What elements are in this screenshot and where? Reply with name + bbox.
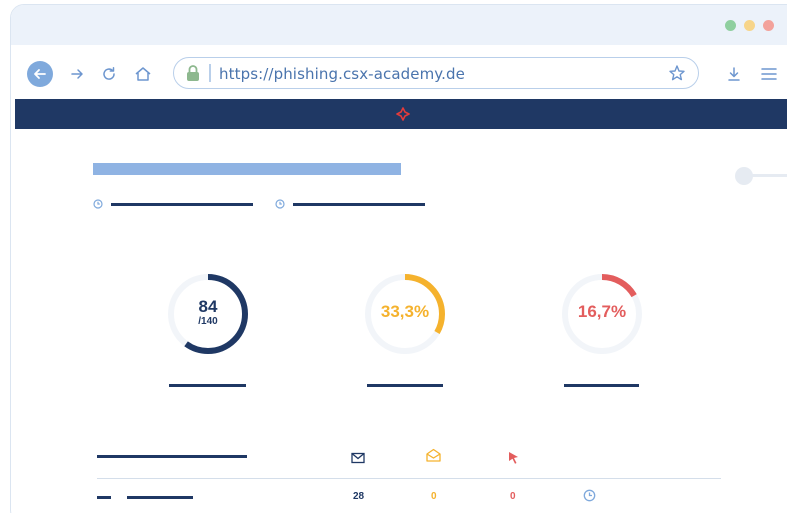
stat-value: 84	[198, 297, 218, 316]
cell-sent: 28	[353, 491, 365, 502]
download-icon	[728, 67, 740, 81]
row-name-placeholder	[127, 496, 193, 499]
stat-label-placeholder	[169, 384, 246, 387]
meta-item-end	[275, 199, 425, 209]
site-navbar	[15, 99, 787, 129]
address-separator	[209, 64, 211, 82]
minimize-button[interactable]	[744, 20, 755, 31]
meta-text-placeholder	[111, 202, 253, 206]
clock-icon	[583, 489, 596, 505]
stat-ring-opened: 33,3%	[360, 269, 450, 359]
arrow-right-icon	[71, 69, 83, 79]
stat-label-placeholder	[564, 384, 639, 387]
brand-logo-icon[interactable]	[396, 107, 410, 126]
table-divider	[97, 478, 721, 479]
url-text[interactable]: https://phishing.csx-academy.de	[219, 65, 465, 83]
page-title-placeholder	[93, 163, 401, 175]
home-button[interactable]	[133, 64, 153, 84]
menu-button[interactable]	[759, 64, 779, 84]
browser-toolbar: https://phishing.csx-academy.de	[11, 45, 787, 99]
reload-button[interactable]	[99, 64, 119, 84]
download-button[interactable]	[724, 64, 744, 84]
reload-icon	[103, 67, 115, 80]
clock-icon	[275, 199, 285, 209]
table-header-placeholder	[97, 455, 247, 458]
stat-ring-clicked: 16,7%	[557, 269, 647, 359]
close-button[interactable]	[763, 20, 774, 31]
meta-text-placeholder	[293, 202, 425, 206]
mail-open-icon	[426, 448, 441, 467]
forward-button[interactable]	[67, 64, 87, 84]
stat-total: /140	[198, 316, 218, 327]
back-button[interactable]	[27, 61, 53, 87]
cell-opened: 0	[431, 491, 437, 502]
title-bar	[11, 5, 787, 45]
hamburger-menu-icon	[761, 68, 777, 80]
meta-item-start	[93, 199, 253, 209]
arrow-left-icon	[34, 69, 46, 79]
maximize-button[interactable]	[725, 20, 736, 31]
browser-window: https://phishing.csx-academy.de 84 /140 …	[10, 4, 787, 513]
stat-value: 33,3%	[380, 302, 430, 321]
stat-label-placeholder	[367, 384, 443, 387]
stat-ring-sent: 84 /140	[163, 269, 253, 359]
stat-value: 16,7%	[577, 302, 627, 321]
home-icon	[135, 67, 151, 81]
cursor-click-icon	[508, 451, 520, 470]
lock-icon	[186, 64, 200, 87]
address-bar[interactable]: https://phishing.csx-academy.de	[173, 57, 699, 89]
clock-icon	[93, 199, 103, 209]
cell-clicked: 0	[510, 491, 516, 502]
toggle-track[interactable]	[751, 174, 787, 177]
row-marker-placeholder	[97, 496, 111, 499]
star-icon[interactable]	[668, 64, 686, 87]
mail-icon	[351, 451, 365, 469]
